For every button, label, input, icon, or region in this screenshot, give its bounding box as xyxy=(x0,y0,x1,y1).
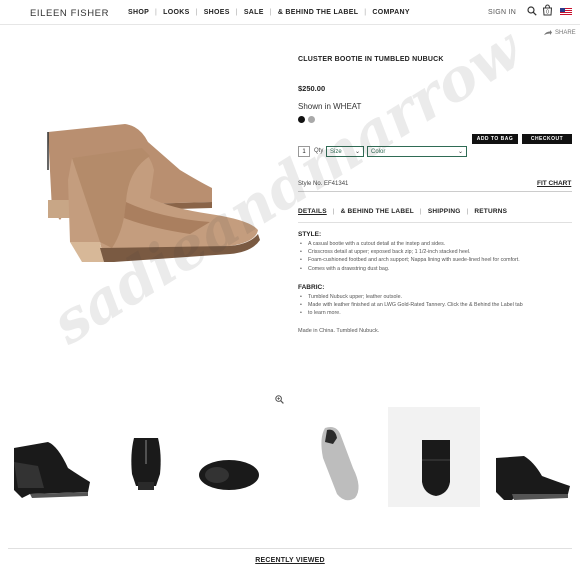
thumbnail-front-view[interactable] xyxy=(418,436,454,498)
swatch-grey[interactable] xyxy=(308,116,315,123)
list-item: Made with leather finished at an LWG Gol… xyxy=(300,301,572,309)
list-item: A casual bootie with a cutout detail at … xyxy=(300,240,572,248)
brand-logo[interactable]: EILEEN FISHER xyxy=(30,8,109,19)
svg-text:0: 0 xyxy=(546,10,549,16)
list-item: Comes with a drawstring dust bag. xyxy=(300,265,572,273)
tab-returns[interactable]: RETURNS xyxy=(474,208,513,215)
thumbnail-back-view[interactable] xyxy=(128,434,164,492)
thumbnail-sole-view[interactable] xyxy=(315,424,367,504)
style-heading: STYLE: xyxy=(298,231,322,238)
list-item: Foam-cushioned footbed and arch support;… xyxy=(300,256,572,264)
style-bullets: A casual bootie with a cutout detail at … xyxy=(300,240,572,273)
nav-company[interactable]: COMPANY xyxy=(366,9,415,16)
tab-separator: | xyxy=(466,208,469,215)
nav-shop[interactable]: SHOP xyxy=(122,9,155,16)
tab-shipping[interactable]: SHIPPING xyxy=(428,208,467,215)
fabric-heading: FABRIC: xyxy=(298,284,325,291)
thumbnail-top-view[interactable] xyxy=(197,458,261,492)
chevron-down-icon: ⌄ xyxy=(457,149,463,155)
bag-icon[interactable]: 0 xyxy=(542,4,553,16)
zoom-icon[interactable] xyxy=(275,395,284,404)
swatch-black[interactable] xyxy=(298,116,305,123)
divider xyxy=(298,222,572,223)
sign-in-link[interactable]: SIGN IN xyxy=(488,9,516,16)
product-tabs: DETAILS | & BEHIND THE LABEL | SHIPPING … xyxy=(298,208,513,215)
tab-behind-the-label[interactable]: & BEHIND THE LABEL xyxy=(341,208,420,215)
divider xyxy=(8,548,572,549)
tab-separator: | xyxy=(419,208,422,215)
us-flag-icon[interactable] xyxy=(560,8,572,16)
thumbnail-side-view[interactable] xyxy=(8,432,94,502)
tab-separator: | xyxy=(332,208,335,215)
recently-viewed-heading[interactable]: RECENTLY VIEWED xyxy=(0,557,580,564)
nav-looks[interactable]: LOOKS xyxy=(157,9,195,16)
list-item-continued: to learn more. xyxy=(300,309,572,317)
fabric-bullets: Tumbled Nubuck upper; leather outsole. M… xyxy=(300,293,572,318)
list-item: Crisscross detail at upper; exposed back… xyxy=(300,248,572,256)
made-in-text: Made in China. Tumbled Nubuck. xyxy=(298,328,380,334)
share-arrow-icon xyxy=(544,30,552,35)
nav-sale[interactable]: SALE xyxy=(238,9,270,16)
thumbnail-profile-view[interactable] xyxy=(490,452,574,502)
main-nav: SHOP | LOOKS | SHOES | SALE | & BEHIND T… xyxy=(122,9,416,16)
share-label: SHARE xyxy=(555,30,576,36)
nav-shoes[interactable]: SHOES xyxy=(198,9,236,16)
nav-behind-the-label[interactable]: & BEHIND THE LABEL xyxy=(272,9,364,16)
share-link[interactable]: SHARE xyxy=(544,30,576,36)
search-icon[interactable] xyxy=(527,6,537,16)
checkout-button[interactable]: CHECKOUT xyxy=(522,134,572,144)
product-price: $250.00 xyxy=(298,84,326,93)
list-item: Tumbled Nubuck upper; leather outsole. xyxy=(300,293,572,301)
add-to-bag-button[interactable]: ADD TO BAG xyxy=(472,134,518,144)
fit-chart-link[interactable]: FIT CHART xyxy=(537,180,571,187)
